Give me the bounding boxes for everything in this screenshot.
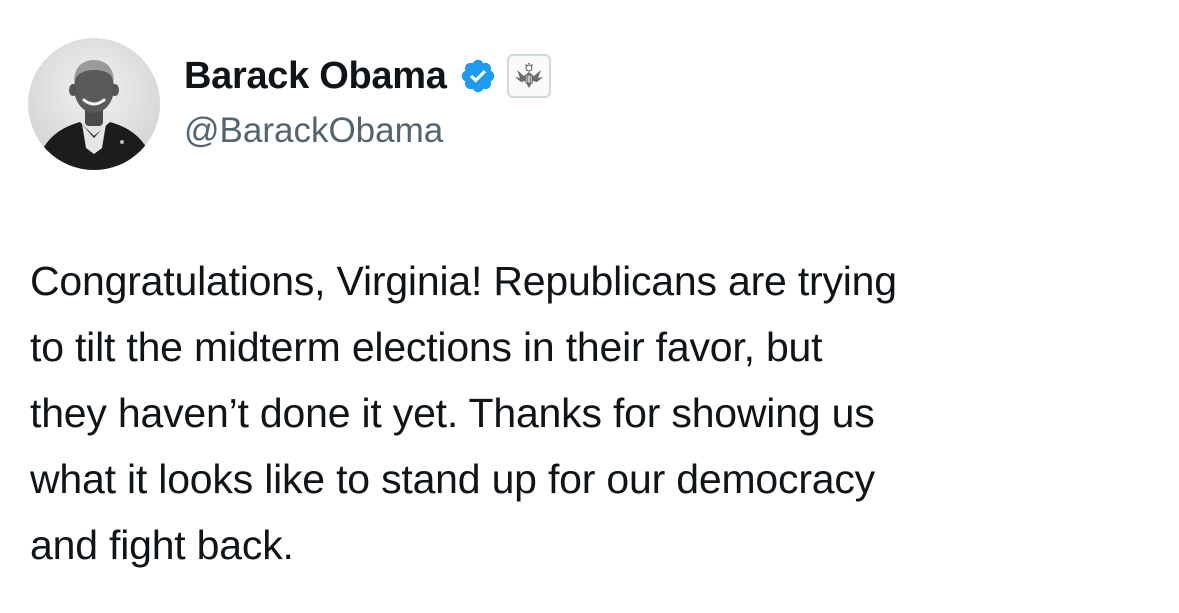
avatar-photo — [28, 38, 160, 170]
author-handle[interactable]: @BarackObama — [184, 108, 443, 154]
display-name[interactable]: Barack Obama — [184, 52, 447, 100]
tweet-text-line: what it looks like to stand up for our d… — [30, 456, 875, 502]
verified-checkmark-icon[interactable] — [459, 57, 497, 95]
tweet-text-line: to tilt the midterm elections in their f… — [30, 324, 823, 370]
tweet-text: Congratulations, Virginia! Republicans a… — [30, 248, 1150, 578]
government-seal-icon[interactable] — [506, 54, 551, 98]
tweet-text-line: and fight back. — [30, 522, 294, 568]
tweet-card: Barack Obama @BarackObama Congratulation… — [0, 0, 1179, 613]
author-name-row: Barack Obama — [184, 52, 551, 100]
tweet-text-line: Congratulations, Virginia! Republicans a… — [30, 258, 897, 304]
tweet-text-line: they haven’t done it yet. Thanks for sho… — [30, 390, 875, 436]
avatar[interactable] — [28, 38, 160, 170]
